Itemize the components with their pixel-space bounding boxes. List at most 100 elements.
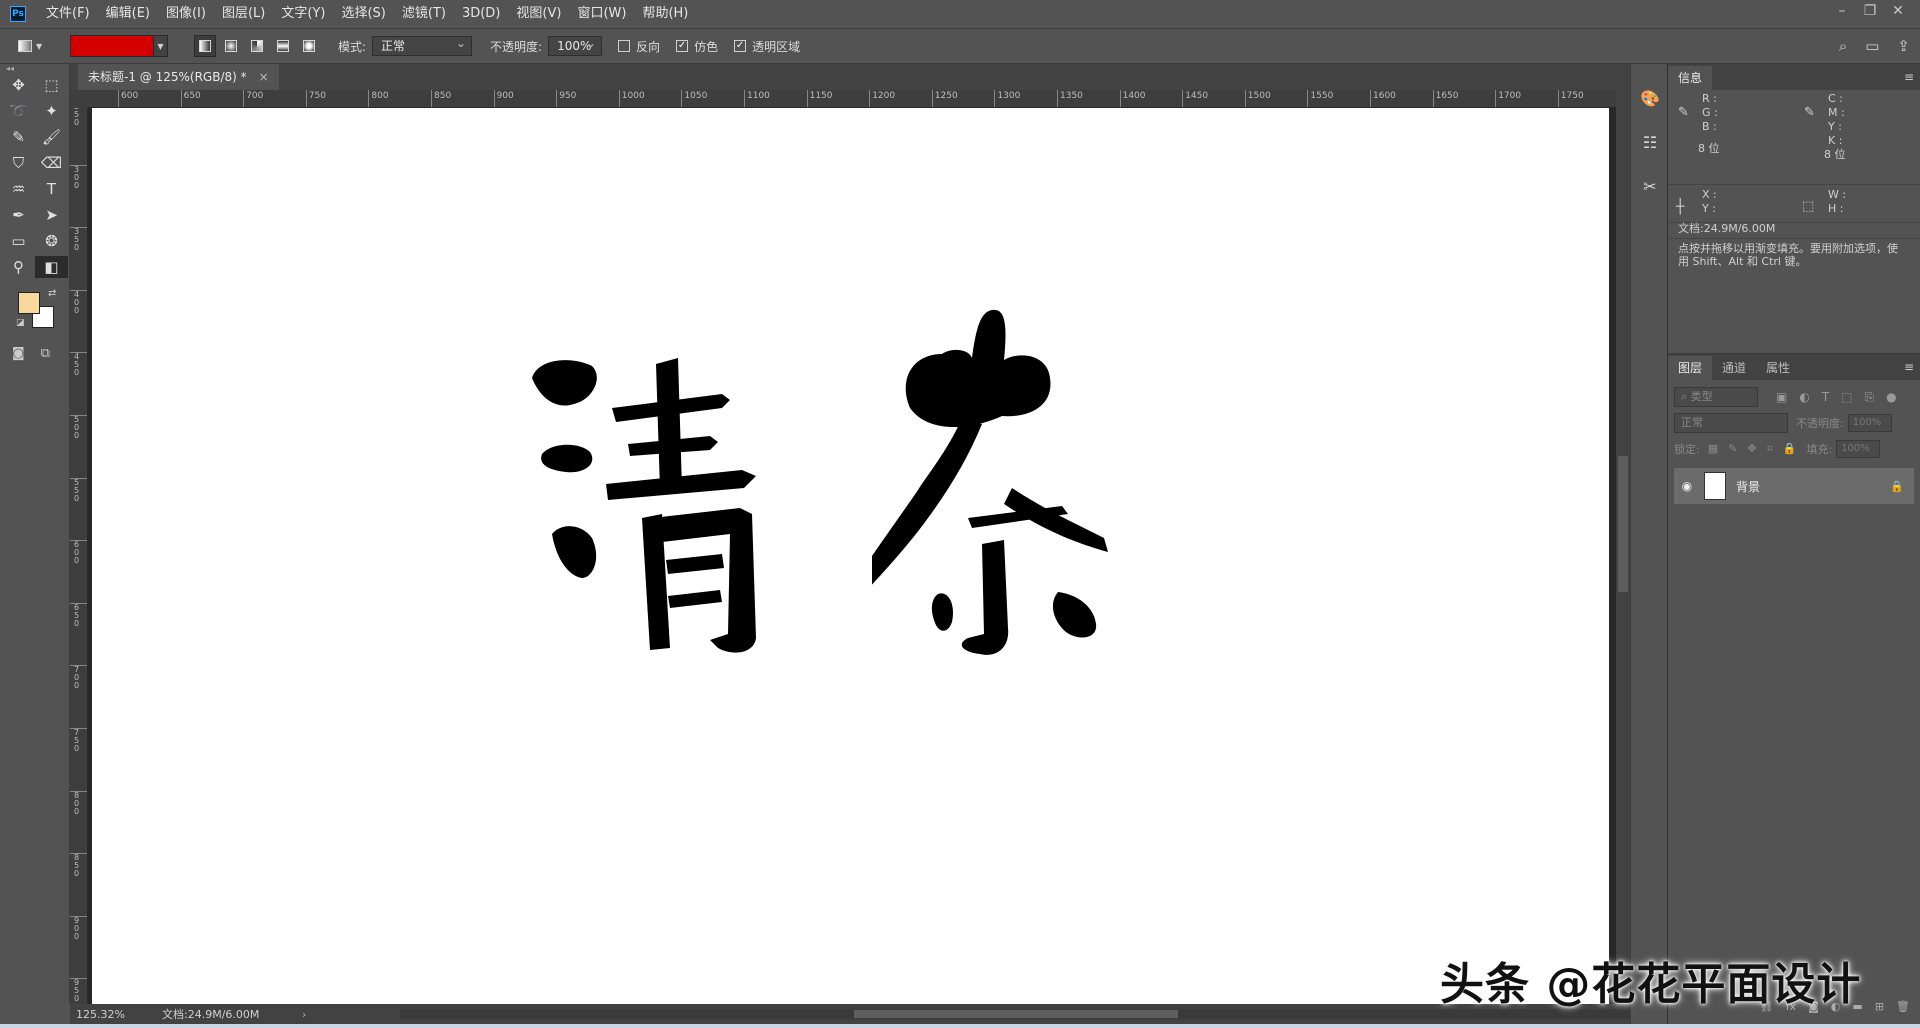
smart-object-filter-icon[interactable]: ⎘ bbox=[1865, 390, 1875, 405]
opacity-input[interactable]: 100% bbox=[548, 34, 603, 56]
document-canvas[interactable] bbox=[92, 108, 1609, 1004]
info-panel-tabs: 信息 ≡ bbox=[1668, 64, 1920, 90]
layer-filter-select[interactable]: ⌕ 类型 bbox=[1674, 387, 1758, 407]
tab-channels[interactable]: 通道 bbox=[1712, 356, 1756, 380]
tab-properties[interactable]: 属性 bbox=[1756, 356, 1800, 380]
new-layer-icon[interactable]: ⊞ bbox=[1875, 1000, 1884, 1013]
adjustment-filter-icon[interactable]: ◐ bbox=[1799, 390, 1809, 405]
blend-mode-select[interactable]: 正常 bbox=[1674, 413, 1788, 433]
color-panel-icon[interactable]: 🎨 bbox=[1631, 78, 1669, 118]
ruler-tick-label: 1500 bbox=[1244, 90, 1271, 107]
canvas-area bbox=[88, 108, 1616, 1004]
menu-window[interactable]: 窗口(W) bbox=[569, 0, 634, 28]
path-select-tool-icon[interactable]: ➤ bbox=[35, 204, 68, 226]
share-icon[interactable]: ⇪ bbox=[1897, 37, 1910, 55]
menu-layer[interactable]: 图层(L) bbox=[214, 0, 273, 28]
zoom-level[interactable]: 125.32% bbox=[76, 1008, 146, 1021]
reverse-checkbox[interactable]: 反向 bbox=[618, 38, 660, 55]
swap-colors-icon[interactable]: ⇄ bbox=[48, 288, 56, 299]
ruler-tick-label: 2 5 0 bbox=[70, 108, 87, 127]
right-panel-dock: 信息 ≡ ✎ R : G : B : 8 位 ✎ C : M : Y : K :… bbox=[1668, 64, 1920, 1024]
eyedropper-tool-icon[interactable]: ✎ bbox=[2, 126, 35, 148]
panel-menu-icon[interactable]: ≡ bbox=[1904, 360, 1914, 374]
scrollbar-thumb[interactable] bbox=[854, 1010, 1178, 1018]
rectangle-tool-icon[interactable]: ▭ bbox=[2, 230, 35, 252]
mode-select[interactable]: 正常 bbox=[372, 34, 473, 56]
panel-grip-icon[interactable]: ◂◂ bbox=[0, 64, 69, 74]
zoom-tool-icon[interactable]: ⚲ bbox=[2, 256, 35, 278]
menu-help[interactable]: 帮助(H) bbox=[634, 0, 696, 28]
tab-info[interactable]: 信息 bbox=[1668, 66, 1713, 90]
document-tab[interactable]: 未标题-1 @ 125%(RGB/8) * × bbox=[78, 64, 279, 90]
screen-mode-icon[interactable]: ⧉ bbox=[41, 346, 50, 361]
magic-wand-tool-icon[interactable]: ✦ bbox=[35, 100, 68, 122]
workspace-icon[interactable]: ▭ bbox=[1865, 37, 1879, 55]
type-tool-icon[interactable]: T bbox=[35, 178, 68, 200]
menu-image[interactable]: 图像(I) bbox=[158, 0, 214, 28]
stamp-tool-icon[interactable]: ⛉ bbox=[2, 152, 35, 174]
tool-preset-picker[interactable]: ▼ bbox=[18, 34, 56, 58]
lock-all-icon[interactable]: 🔒 bbox=[1783, 442, 1797, 456]
layer-row-background[interactable]: ◉ 背景 🔒 bbox=[1674, 468, 1914, 504]
lock-artboard-icon[interactable]: ⌗ bbox=[1767, 442, 1773, 456]
mode-buttons: ◙ ⧉ bbox=[0, 346, 69, 361]
menu-3d[interactable]: 3D(D) bbox=[454, 0, 508, 28]
close-icon[interactable]: ✕ bbox=[1884, 0, 1912, 22]
marquee-tool-icon[interactable]: ⬚ bbox=[35, 74, 68, 96]
quick-mask-icon[interactable]: ◙ bbox=[12, 346, 25, 361]
fill-input[interactable]: 100% bbox=[1836, 440, 1881, 458]
trash-icon[interactable]: 🗑 bbox=[1896, 1000, 1910, 1013]
default-colors-icon[interactable]: ◪ bbox=[16, 318, 25, 328]
pixel-filter-icon[interactable]: ▣ bbox=[1776, 390, 1787, 405]
menu-type[interactable]: 文字(Y) bbox=[273, 0, 333, 28]
ruler-tick-label: 750 bbox=[305, 90, 326, 107]
search-icon[interactable]: ⌕ bbox=[1839, 37, 1847, 55]
lasso-tool-icon[interactable]: ➰ bbox=[2, 100, 35, 122]
stroke-horizontal bbox=[666, 554, 724, 574]
menu-edit[interactable]: 编辑(E) bbox=[98, 0, 158, 28]
shape-filter-icon[interactable]: ⬚ bbox=[1841, 390, 1852, 405]
menu-filter[interactable]: 滤镜(T) bbox=[394, 0, 454, 28]
layer-name[interactable]: 背景 bbox=[1736, 478, 1890, 495]
close-tab-icon[interactable]: × bbox=[259, 64, 269, 90]
foreground-color[interactable] bbox=[18, 292, 40, 314]
menu-select[interactable]: 选择(S) bbox=[333, 0, 393, 28]
history-brush-tool-icon[interactable]: ♒ bbox=[2, 178, 35, 200]
3d-rotate-tool-icon[interactable]: ❂ bbox=[35, 230, 68, 252]
vertical-scrollbar[interactable] bbox=[1616, 90, 1630, 1004]
scrollbar-thumb[interactable] bbox=[1618, 456, 1628, 592]
panel-menu-icon[interactable]: ≡ bbox=[1904, 70, 1914, 84]
eraser-tool-icon[interactable]: ⌫ bbox=[35, 152, 68, 174]
reflected-gradient-button[interactable] bbox=[272, 35, 294, 57]
menu-file[interactable]: 文件(F) bbox=[38, 0, 98, 28]
layer-opacity-input[interactable]: 100% bbox=[1847, 414, 1892, 432]
lock-pixels-icon[interactable]: ✎ bbox=[1728, 442, 1737, 456]
eye-icon[interactable]: ◉ bbox=[1674, 479, 1700, 493]
status-menu-arrow-icon[interactable]: › bbox=[302, 1008, 306, 1021]
lock-icon[interactable]: 🔒 bbox=[1890, 480, 1914, 493]
gradient-type-group bbox=[194, 35, 320, 57]
tool-presets-icon[interactable]: ✂ bbox=[1631, 166, 1669, 206]
transparency-checkbox[interactable]: ✓ 透明区域 bbox=[734, 38, 800, 55]
type-filter-icon[interactable]: T bbox=[1822, 390, 1829, 405]
gradient-tool-icon[interactable]: ◧ bbox=[35, 256, 68, 278]
pen-tool-icon[interactable]: ✒ bbox=[2, 204, 35, 226]
tab-layers[interactable]: 图层 bbox=[1668, 356, 1713, 380]
diamond-gradient-button[interactable] bbox=[298, 35, 320, 57]
lock-position-icon[interactable]: ✥ bbox=[1747, 442, 1756, 456]
brush-tool-icon[interactable]: 🖌 bbox=[35, 126, 68, 148]
gradient-picker-button[interactable]: ▼ bbox=[154, 35, 168, 57]
layer-opacity-label: 不透明度: bbox=[1796, 417, 1844, 430]
filter-toggle-icon[interactable]: ● bbox=[1886, 390, 1896, 405]
gradient-editor-swatch[interactable] bbox=[70, 35, 154, 57]
dither-checkbox[interactable]: ✓ 仿色 bbox=[676, 38, 718, 55]
move-tool-icon[interactable]: ✥ bbox=[2, 74, 35, 96]
minimize-icon[interactable]: – bbox=[1828, 0, 1856, 22]
radial-gradient-button[interactable] bbox=[220, 35, 242, 57]
lock-transparency-icon[interactable]: ▦ bbox=[1708, 442, 1718, 456]
linear-gradient-button[interactable] bbox=[194, 35, 216, 57]
angle-gradient-button[interactable] bbox=[246, 35, 268, 57]
menu-view[interactable]: 视图(V) bbox=[508, 0, 569, 28]
restore-icon[interactable]: ❐ bbox=[1856, 0, 1884, 22]
properties-panel-icon[interactable]: ☷ bbox=[1631, 122, 1669, 162]
